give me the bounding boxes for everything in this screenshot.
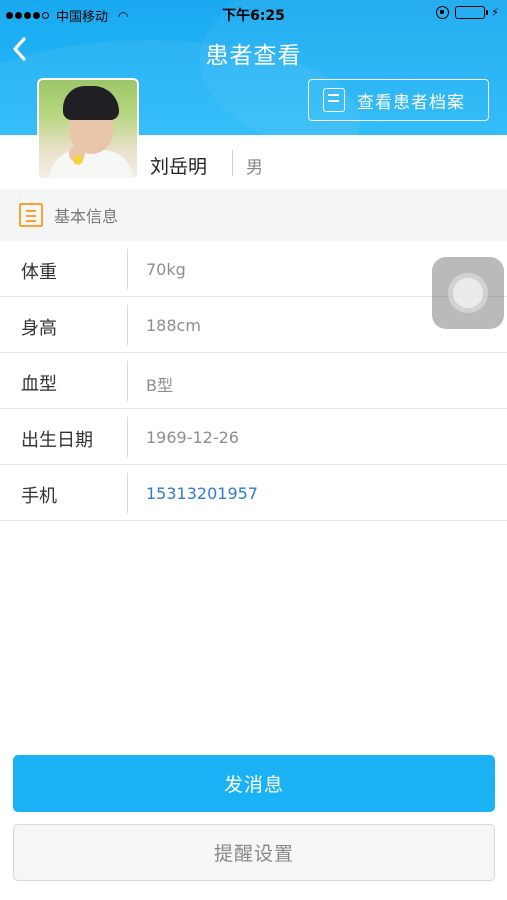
divider [127,473,128,513]
divider [127,305,128,345]
divider [127,361,128,401]
view-patient-archive-button[interactable]: 查看患者档案 [308,79,489,121]
info-row-birth-date: 出生日期 1969-12-26 [0,409,507,465]
info-label: 手机 [21,486,57,507]
info-value: 1969-12-26 [146,428,239,447]
status-bar: 中国移动 ◠ 下午6:25 ⚡ [0,0,507,28]
avatar[interactable] [37,78,139,180]
patient-name: 刘岳明 [150,156,208,178]
divider [232,150,233,176]
info-value: 70kg [146,260,186,279]
info-label: 身高 [21,318,57,339]
battery-icon [455,6,489,19]
info-label: 体重 [21,262,57,283]
section-header: 基本信息 [0,189,507,241]
charging-icon: ⚡ [491,6,499,19]
page-title: 患者查看 [205,43,302,69]
info-row-blood-type: 血型 B型 [0,353,507,409]
info-value: 188cm [146,316,201,335]
phone-link[interactable]: 15313201957 [146,484,258,503]
divider [127,417,128,457]
info-label: 血型 [21,374,57,395]
info-table: 体重 70kg 身高 188cm 血型 B型 出生日期 1969-12-26 手… [0,241,507,521]
info-row-phone: 手机 15313201957 [0,465,507,521]
patient-gender: 男 [246,158,263,178]
document-icon [323,88,345,112]
assistive-touch-core [453,278,483,308]
orientation-lock-icon [436,6,450,19]
send-message-button[interactable]: 发消息 [13,755,495,812]
info-row-height: 身高 188cm [0,297,507,353]
status-right: ⚡ [436,6,499,19]
info-row-weight: 体重 70kg [0,241,507,297]
reminder-settings-button[interactable]: 提醒设置 [13,824,495,881]
info-value: B型 [146,376,173,395]
list-icon [19,203,43,227]
section-title: 基本信息 [54,207,119,226]
assistive-touch-button[interactable] [432,257,504,329]
divider [127,249,128,289]
info-label: 出生日期 [21,430,93,451]
status-time: 下午6:25 [222,8,285,24]
archive-button-label: 查看患者档案 [357,92,465,113]
